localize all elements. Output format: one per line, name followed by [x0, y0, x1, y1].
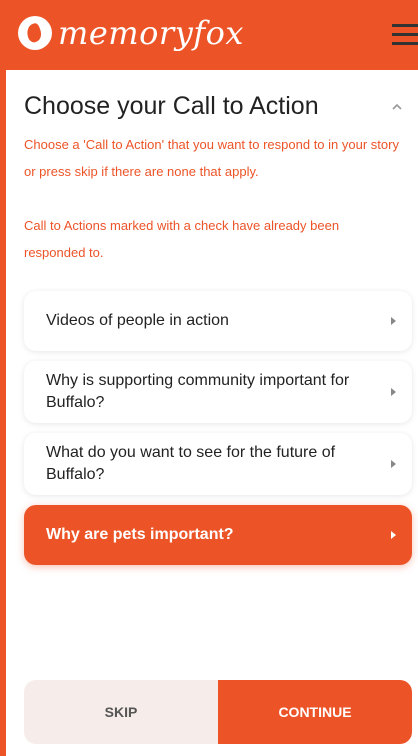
call-to-action-label: Why are pets important? [46, 526, 234, 543]
call-to-action-label: Why is supporting community important fo… [46, 372, 350, 411]
call-to-action-item[interactable]: What do you want to see for the future o… [24, 433, 412, 495]
call-to-action-item-selected[interactable]: Why are pets important? [24, 505, 412, 565]
logo-text: memoryfox [58, 14, 244, 52]
skip-button[interactable]: SKIP [24, 680, 218, 744]
app-frame: memoryfox Choose your Call to Action Cho… [0, 0, 418, 756]
call-to-action-list: Videos of people in action Why is suppor… [24, 291, 412, 575]
caret-right-icon [391, 460, 396, 468]
hamburger-menu-icon[interactable] [392, 24, 418, 50]
continue-button[interactable]: CONTINUE [218, 680, 412, 744]
call-to-action-label: Videos of people in action [46, 312, 229, 329]
caret-right-icon [391, 317, 396, 325]
caret-right-icon [391, 531, 396, 539]
brand-logo[interactable]: memoryfox [18, 14, 244, 52]
page-title: Choose your Call to Action [24, 92, 319, 120]
caret-right-icon [391, 388, 396, 396]
chevron-up-icon[interactable] [390, 100, 404, 114]
footer-actions: SKIP CONTINUE [24, 680, 412, 744]
top-bar: memoryfox [6, 0, 418, 70]
call-to-action-item[interactable]: Why is supporting community important fo… [24, 361, 412, 423]
call-to-action-label: What do you want to see for the future o… [46, 444, 336, 483]
fox-logo-icon [18, 16, 52, 50]
instruction-note: Call to Actions marked with a check have… [24, 218, 340, 260]
instructions: Choose a 'Call to Action' that you want … [24, 131, 399, 266]
instruction-text: Choose a 'Call to Action' that you want … [24, 137, 399, 179]
call-to-action-item[interactable]: Videos of people in action [24, 291, 412, 351]
